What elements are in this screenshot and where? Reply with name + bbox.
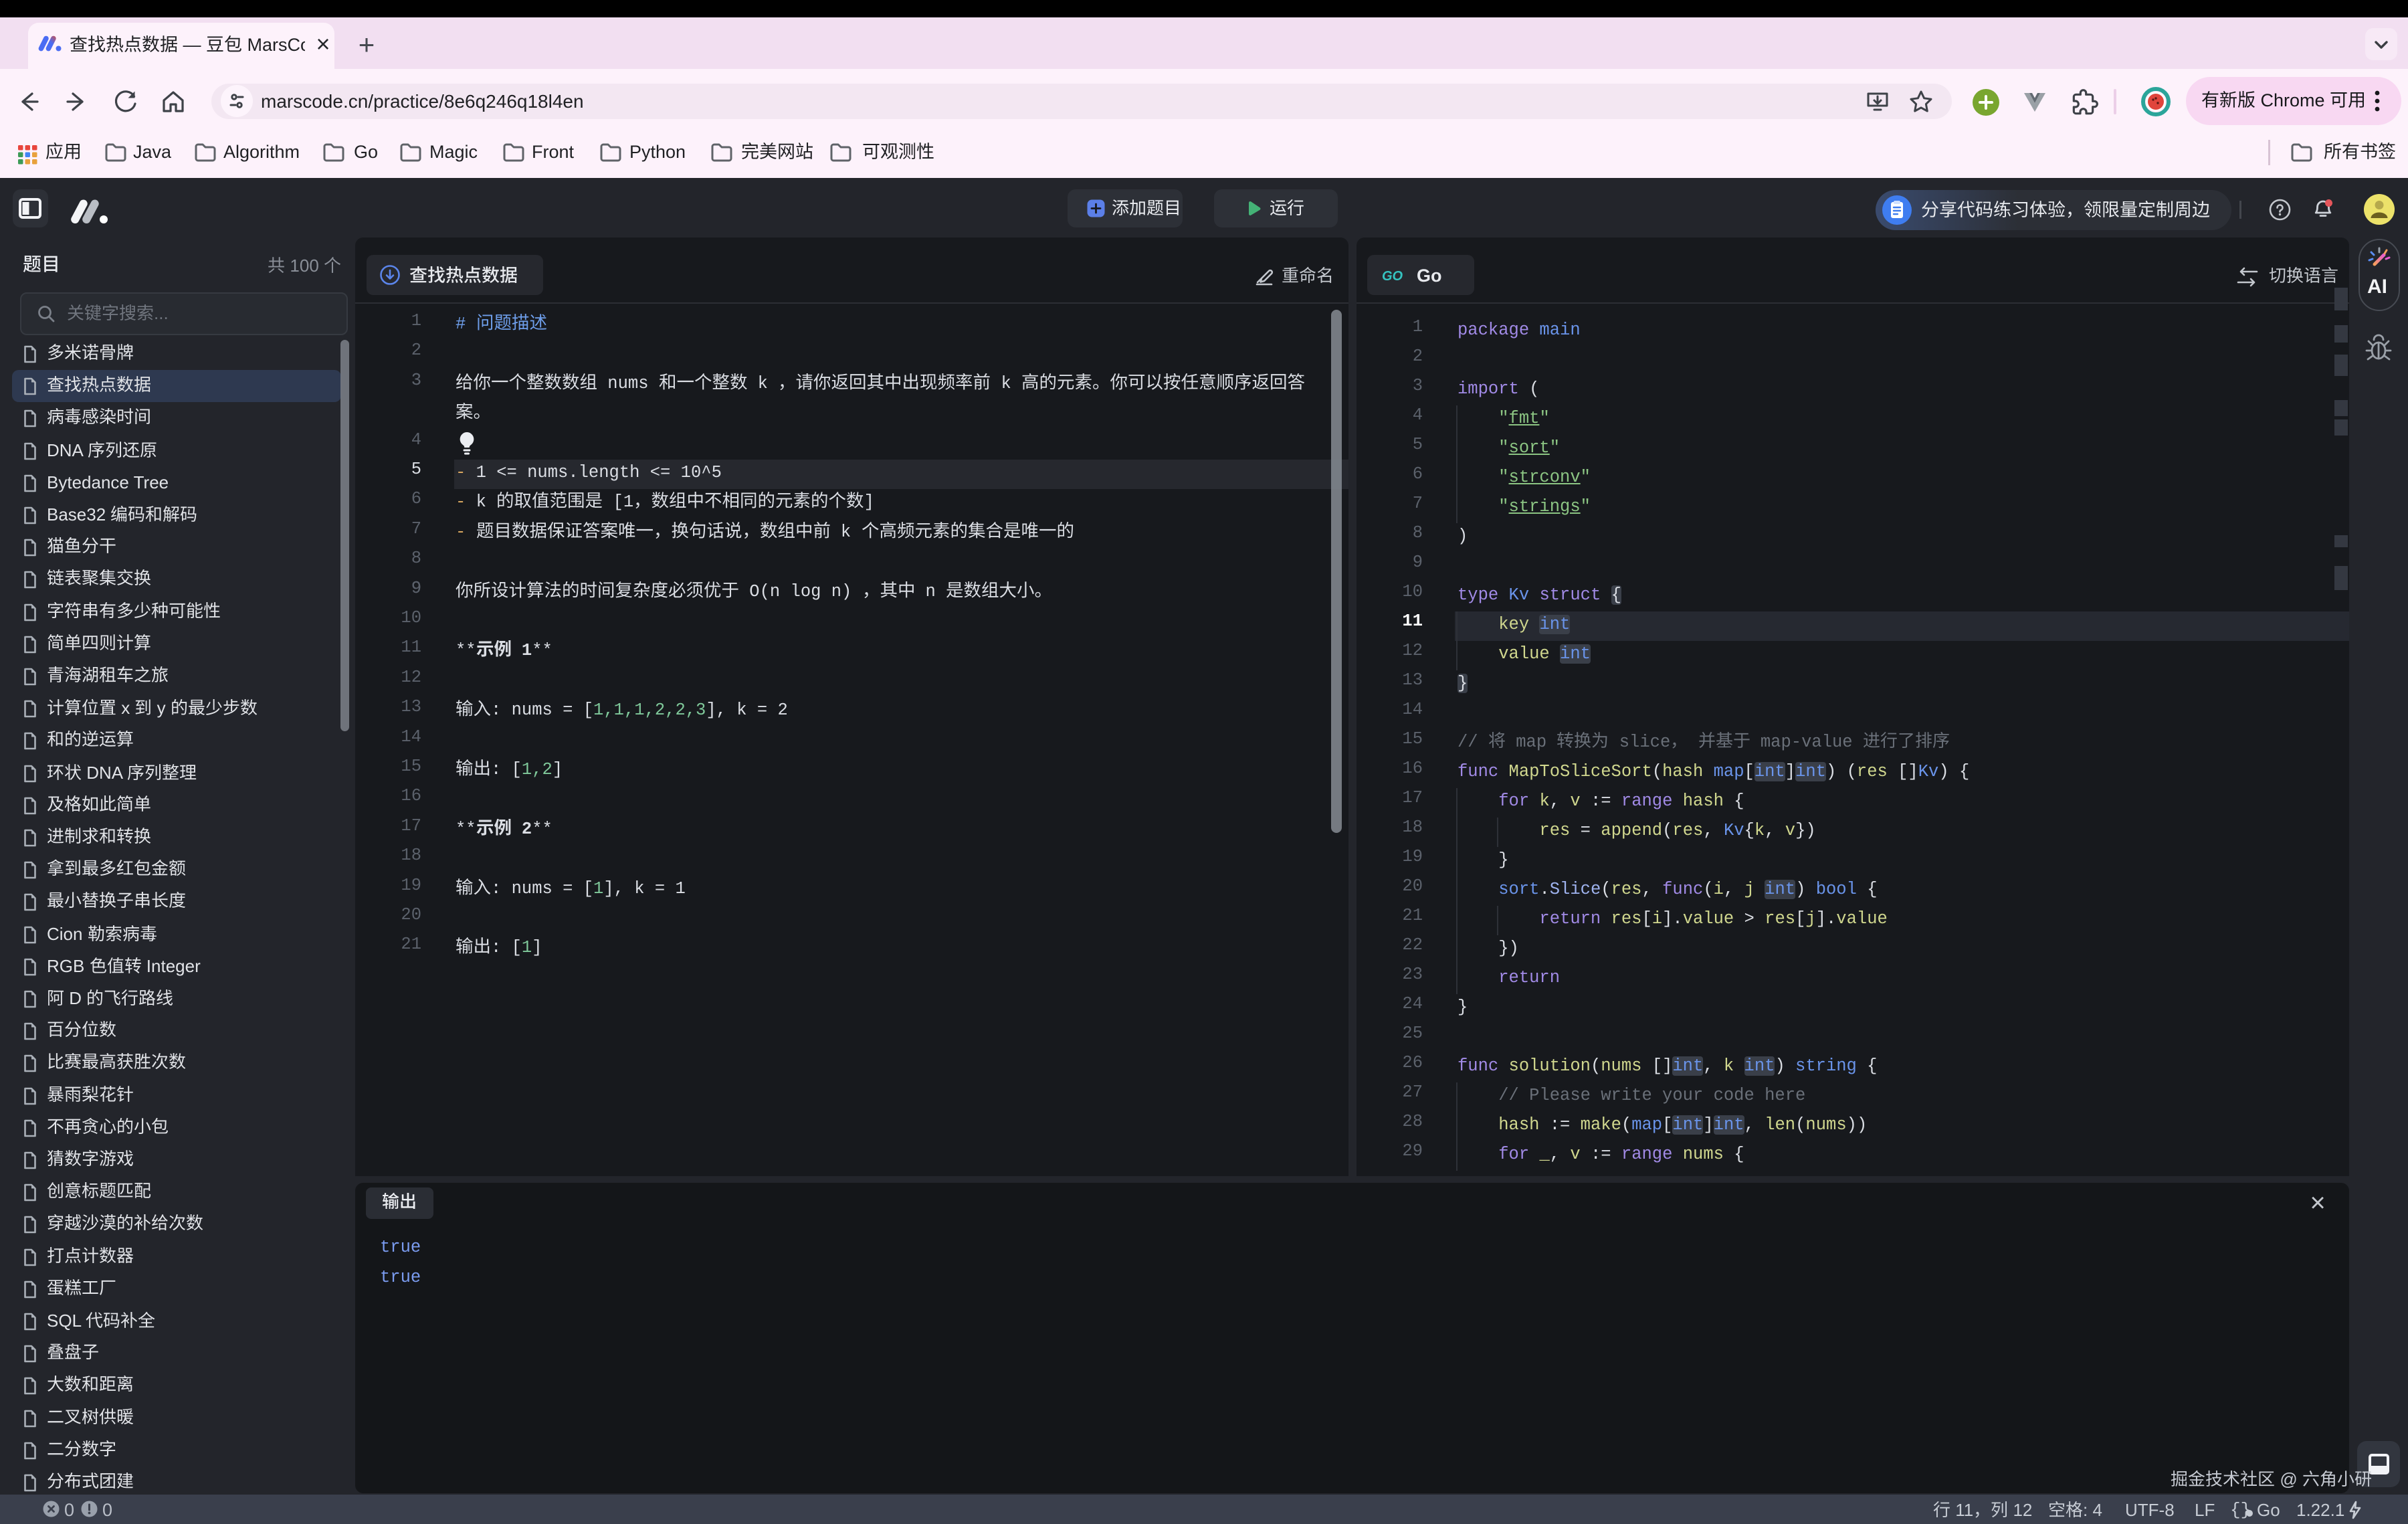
svg-text:GO: GO — [1382, 269, 1403, 284]
